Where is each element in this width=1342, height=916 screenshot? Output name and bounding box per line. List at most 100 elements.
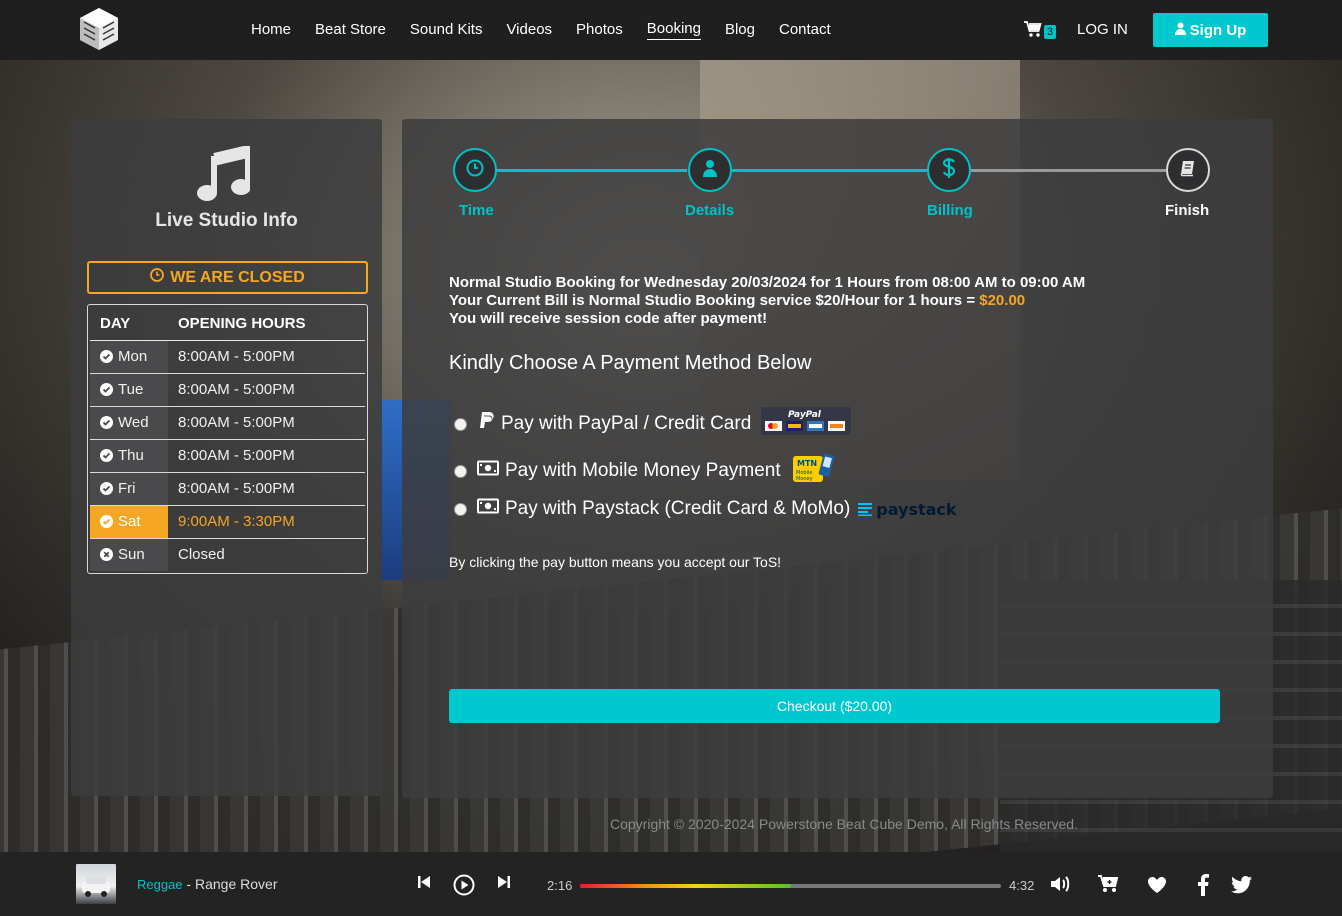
- heart-icon: [1147, 877, 1167, 898]
- user-icon: [1174, 22, 1186, 39]
- twitter-icon: [1231, 876, 1252, 898]
- track-genre[interactable]: Reggae: [137, 877, 183, 892]
- nav-beat-store[interactable]: Beat Store: [315, 21, 386, 40]
- table-row: Wed 8:00AM - 5:00PM: [90, 406, 365, 440]
- check-circle-icon: [100, 482, 113, 495]
- mobile-money-radio[interactable]: [454, 464, 467, 478]
- track-duration: 4:32: [1009, 878, 1035, 893]
- day-label: Sun: [118, 546, 145, 564]
- tos-note: By clicking the pay button means you acc…: [449, 554, 782, 570]
- hours-value: 9:00AM - 3:30PM: [168, 505, 365, 539]
- step-time-label: Time: [459, 202, 494, 219]
- studio-status-badge: WE ARE CLOSED: [87, 261, 368, 294]
- nav-blog[interactable]: Blog: [725, 21, 755, 40]
- paystack-radio[interactable]: [454, 502, 467, 516]
- check-circle-icon: [100, 350, 113, 363]
- nav-videos[interactable]: Videos: [506, 21, 552, 40]
- check-circle-icon: [100, 416, 113, 429]
- paypal-icon: [477, 411, 495, 437]
- mobile-money-label: Pay with Mobile Money Payment: [505, 460, 781, 481]
- money-bill-icon: [477, 498, 499, 520]
- progress-fill: [580, 884, 791, 888]
- table-row: Sun Closed: [90, 538, 365, 571]
- nav-photos[interactable]: Photos: [576, 21, 623, 40]
- skip-forward-icon: [496, 876, 512, 894]
- hours-value: 8:00AM - 5:00PM: [168, 340, 365, 374]
- step-billing[interactable]: [927, 148, 971, 192]
- payment-option-paystack[interactable]: Pay with Paystack (Credit Card & MoMo) p…: [454, 498, 957, 520]
- facebook-icon: [1197, 874, 1209, 900]
- day-label: Fri: [118, 480, 136, 497]
- paypal-radio[interactable]: [454, 417, 467, 431]
- clock-icon: [466, 159, 484, 182]
- volume-button[interactable]: [1049, 874, 1071, 899]
- paystack-logo: paystack: [858, 500, 957, 519]
- login-link[interactable]: LOG IN: [1077, 21, 1128, 38]
- paypal-cards-logo: PayPal: [761, 407, 852, 441]
- track-thumbnail[interactable]: [76, 864, 116, 904]
- music-note-icon: [196, 144, 251, 207]
- cube-logo-icon[interactable]: [78, 6, 120, 52]
- next-track-button[interactable]: [496, 874, 512, 895]
- add-to-cart-button[interactable]: [1097, 874, 1119, 899]
- checkout-button[interactable]: Checkout ($20.00): [449, 689, 1220, 723]
- mtn-mobile-money-logo: MTN Mobile Money: [791, 453, 835, 489]
- nav-booking[interactable]: Booking: [646, 20, 701, 40]
- check-circle-icon: [100, 515, 113, 528]
- booking-line-3: You will receive session code after paym…: [449, 310, 768, 327]
- play-circle-icon: [453, 874, 475, 900]
- svg-text:MTN: MTN: [797, 459, 817, 468]
- day-label: Thu: [118, 447, 144, 464]
- copyright-text: Copyright © 2020-2024 Powerstone Beat Cu…: [610, 816, 1078, 832]
- nav-contact[interactable]: Contact: [779, 21, 831, 40]
- dollar-icon: [942, 157, 956, 184]
- step-finish[interactable]: [1166, 148, 1210, 192]
- top-navbar: Home Beat Store Sound Kits Videos Photos…: [0, 0, 1342, 60]
- book-icon: [1179, 159, 1197, 182]
- like-button[interactable]: [1147, 876, 1167, 899]
- volume-icon: [1049, 876, 1071, 898]
- studio-info-title: Live Studio Info: [155, 210, 298, 231]
- opening-hours-table: DAY OPENING HOURS Mon 8:00AM - 5:00PM Tu…: [87, 304, 368, 574]
- cart-button[interactable]: 3: [1024, 21, 1057, 43]
- studio-status-text: WE ARE CLOSED: [170, 268, 305, 286]
- booking-line-1: Normal Studio Booking for Wednesday 20/0…: [449, 274, 1086, 291]
- bill-amount: $20.00: [979, 292, 1026, 309]
- nav-home[interactable]: Home: [251, 21, 291, 40]
- signup-button[interactable]: Sign Up: [1153, 13, 1268, 47]
- cart-icon: [1024, 21, 1042, 43]
- step-details-label: Details: [685, 202, 735, 219]
- hours-value: 8:00AM - 5:00PM: [168, 472, 365, 506]
- step-finish-label: Finish: [1165, 202, 1210, 219]
- facebook-share-button[interactable]: [1197, 874, 1209, 901]
- payment-option-paypal[interactable]: Pay with PayPal / Credit Card PayPal: [454, 407, 852, 441]
- table-row: Fri 8:00AM - 5:00PM: [90, 472, 365, 506]
- table-row-today: Sat 9:00AM - 3:30PM: [90, 505, 365, 539]
- svg-text:PayPal: PayPal: [788, 410, 822, 420]
- money-bill-icon: [477, 460, 499, 482]
- booking-line-2: Your Current Bill is Normal Studio Booki…: [449, 292, 1026, 309]
- clock-icon: [150, 268, 165, 287]
- step-time[interactable]: [453, 148, 497, 192]
- paypal-label: Pay with PayPal / Credit Card: [501, 413, 752, 434]
- current-time: 2:16: [547, 878, 573, 893]
- skip-back-icon: [416, 876, 432, 894]
- payment-option-mobile-money[interactable]: Pay with Mobile Money Payment MTN Mobile…: [454, 453, 835, 489]
- hours-value: 8:00AM - 5:00PM: [168, 406, 365, 440]
- step-details[interactable]: [688, 148, 732, 192]
- audio-player: Reggae - Range Rover 2:16 4:32: [0, 852, 1342, 916]
- cart-plus-icon: [1097, 875, 1119, 898]
- table-row: Tue 8:00AM - 5:00PM: [90, 373, 365, 407]
- day-label: Sat: [118, 513, 141, 530]
- column-header-day: DAY: [90, 307, 168, 341]
- previous-track-button[interactable]: [416, 874, 432, 895]
- play-button[interactable]: [453, 874, 475, 901]
- twitter-share-button[interactable]: [1231, 876, 1252, 899]
- step-billing-label: Billing: [927, 202, 973, 219]
- day-label: Tue: [118, 381, 144, 398]
- paystack-label: Pay with Paystack (Credit Card & MoMo): [505, 498, 851, 519]
- day-label: Mon: [118, 348, 148, 365]
- progress-bar[interactable]: [580, 884, 1001, 888]
- payment-heading: Kindly Choose A Payment Method Below: [449, 352, 812, 374]
- nav-sound-kits[interactable]: Sound Kits: [410, 21, 483, 40]
